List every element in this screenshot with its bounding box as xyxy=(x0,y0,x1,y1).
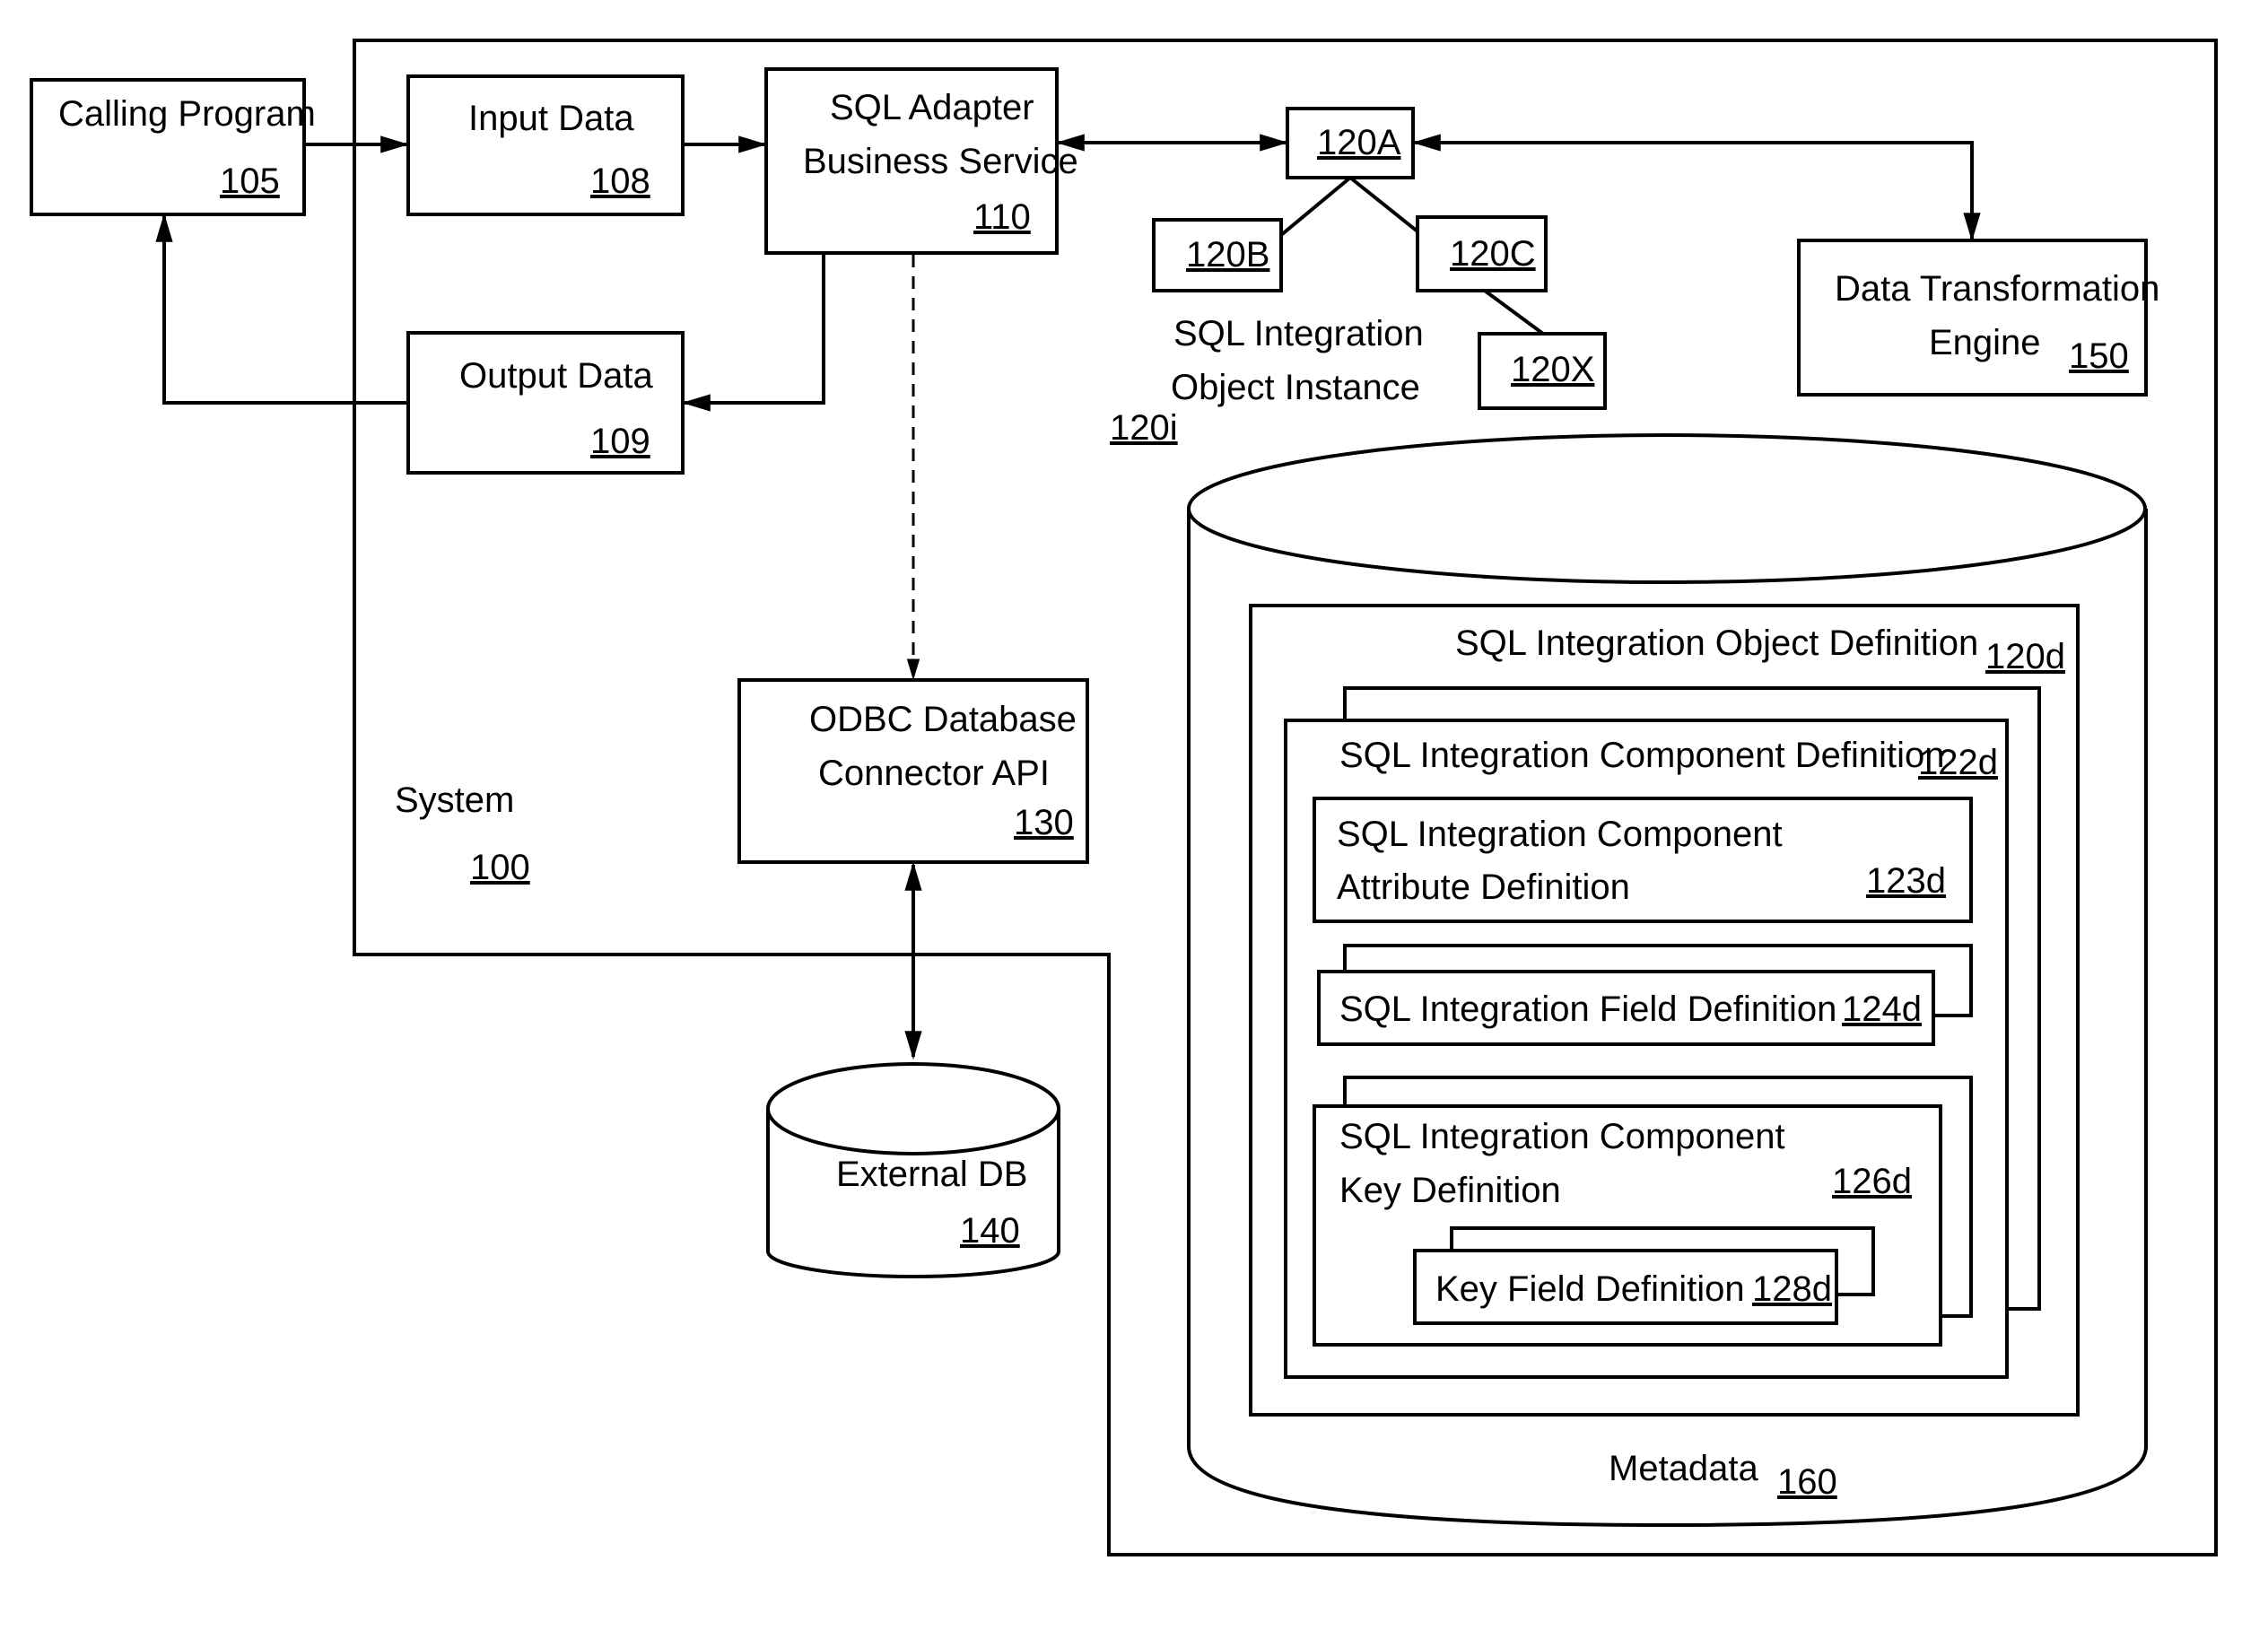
node-120a-label: 120A xyxy=(1317,123,1401,162)
input-data-box[interactable]: Input Data 108 xyxy=(406,74,685,216)
system-ref: 100 xyxy=(470,848,530,887)
dte-box[interactable]: Data Transformation Engine 150 xyxy=(1797,239,2159,397)
arrow-adapter-to-output xyxy=(681,253,825,412)
node-120b-label: 120B xyxy=(1186,235,1269,275)
object-definition-label: SQL Integration Object Definition xyxy=(1455,623,1978,663)
arrow-output-to-calling xyxy=(155,213,408,405)
architecture-diagram: System 100 Calling Program 105 Input Dat… xyxy=(30,39,2218,1556)
attribute-definition-line1: SQL Integration Component xyxy=(1337,815,1783,854)
node-120c-label: 120C xyxy=(1450,234,1536,274)
odbc-line2: Connector API xyxy=(818,754,1050,793)
dte-line2: Engine xyxy=(1929,323,2041,362)
component-definition-ref: 122d xyxy=(1918,743,1998,782)
node-120a[interactable]: 120A xyxy=(1286,107,1415,179)
link-120a-120c xyxy=(1348,176,1419,233)
field-definition-ref: 124d xyxy=(1842,990,1922,1029)
output-data-ref: 109 xyxy=(590,422,650,461)
system-label: System xyxy=(395,780,514,820)
sql-adapter-ref: 110 xyxy=(973,197,1031,237)
calling-program-ref: 105 xyxy=(220,161,280,201)
attribute-definition-box[interactable]: SQL Integration Component Attribute Defi… xyxy=(1313,797,1973,923)
external-db-cylinder[interactable]: External DB 140 xyxy=(766,1062,1060,1278)
instance-line2: Object Instance xyxy=(1171,368,1420,407)
external-db-label: External DB xyxy=(836,1155,1027,1194)
component-definition-label: SQL Integration Component Definition xyxy=(1339,736,1944,775)
object-definition-ref: 120d xyxy=(1985,637,2065,676)
sql-adapter-line2: Business Service xyxy=(803,142,1078,181)
key-field-definition-box[interactable]: Key Field Definition 128d xyxy=(1413,1249,1838,1325)
odbc-box[interactable]: ODBC Database Connector API 130 xyxy=(737,678,1089,864)
instance-line1: SQL Integration xyxy=(1173,314,1424,353)
key-definition-ref: 126d xyxy=(1832,1162,1912,1201)
dte-line1: Data Transformation xyxy=(1835,269,2159,309)
key-field-definition-label: Key Field Definition xyxy=(1435,1269,1745,1309)
node-120x-label: 120X xyxy=(1511,350,1594,389)
metadata-ref: 160 xyxy=(1777,1462,1837,1502)
calling-program-label: Calling Program xyxy=(58,94,316,134)
calling-program-box[interactable]: Calling Program 105 xyxy=(30,78,316,216)
attribute-definition-line2: Attribute Definition xyxy=(1337,867,1630,907)
metadata-label: Metadata xyxy=(1609,1449,1759,1488)
attribute-definition-ref: 123d xyxy=(1866,861,1946,901)
output-data-box[interactable]: Output Data 109 xyxy=(406,331,685,475)
output-data-label: Output Data xyxy=(459,356,653,396)
link-120a-120b xyxy=(1279,176,1352,237)
key-definition-line2: Key Definition xyxy=(1339,1171,1561,1210)
node-120x[interactable]: 120X xyxy=(1478,332,1607,410)
sql-adapter-box[interactable]: SQL Adapter Business Service 110 xyxy=(764,67,1078,255)
field-definition-box[interactable]: SQL Integration Field Definition 124d xyxy=(1317,970,1935,1046)
link-120c-120x xyxy=(1483,289,1545,336)
odbc-ref: 130 xyxy=(1014,803,1074,842)
sql-adapter-line1: SQL Adapter xyxy=(830,88,1034,127)
node-120b[interactable]: 120B xyxy=(1152,218,1283,292)
dte-ref: 150 xyxy=(2069,336,2129,376)
odbc-line1: ODBC Database xyxy=(809,700,1077,739)
external-db-ref: 140 xyxy=(960,1211,1020,1251)
key-field-definition-ref: 128d xyxy=(1752,1269,1832,1309)
input-data-label: Input Data xyxy=(468,99,634,138)
instance-ref: 120i xyxy=(1110,408,1178,448)
input-data-ref: 108 xyxy=(590,161,650,201)
node-120c[interactable]: 120C xyxy=(1416,215,1548,292)
key-definition-line1: SQL Integration Component xyxy=(1339,1117,1785,1156)
field-definition-label: SQL Integration Field Definition xyxy=(1339,990,1836,1029)
